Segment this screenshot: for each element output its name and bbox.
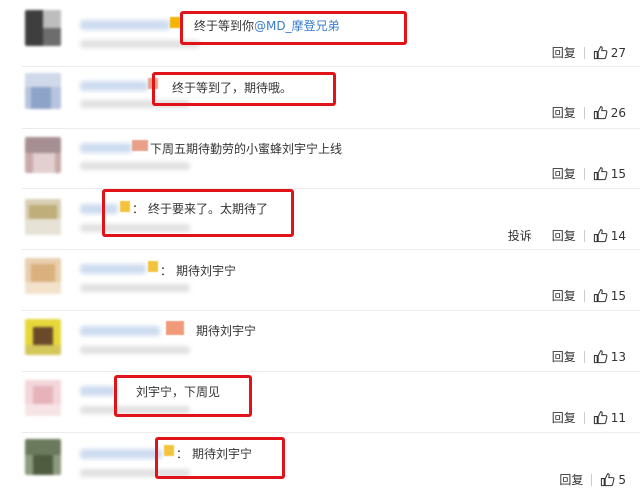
username-blurred[interactable] — [80, 326, 160, 336]
user-avatar[interactable] — [25, 258, 61, 294]
comment-item: 终于等到了，期待哦。 回复 26 — [0, 67, 640, 129]
thumbs-up-icon — [593, 411, 608, 425]
comment-item: 下周五期待勤劳的小蜜蜂刘宇宁上线 回复 15 — [0, 129, 640, 189]
reply-button[interactable]: 回复 — [552, 227, 576, 244]
comment-actions: 回复 15 — [552, 287, 626, 304]
reply-button[interactable]: 回复 — [552, 165, 576, 182]
verified-badge-icon — [170, 17, 180, 28]
like-count: 15 — [610, 166, 626, 181]
thumbs-up-icon — [601, 473, 615, 487]
action-divider — [583, 167, 585, 180]
reply-button[interactable]: 回复 — [552, 44, 576, 61]
like-count: 5 — [618, 472, 626, 487]
like-count: 15 — [610, 288, 626, 303]
comment-actions: 回复 15 — [552, 165, 626, 182]
like-button[interactable]: 13 — [593, 349, 626, 364]
thumbs-up-icon — [593, 289, 608, 303]
like-button[interactable]: 27 — [593, 45, 626, 60]
highlight-box — [180, 11, 407, 45]
reply-button[interactable]: 回复 — [559, 471, 583, 488]
comment-meta-blurred — [80, 346, 190, 354]
action-divider — [583, 46, 585, 59]
comment-text: 期待刘宇宁 — [196, 323, 256, 339]
action-divider — [583, 289, 585, 302]
comment-body: 期待刘宇宁 — [196, 324, 257, 338]
verified-badge-icon — [166, 321, 184, 335]
comment-text: ：期待刘宇宁 — [160, 264, 237, 278]
comment-body: 期待刘宇宁 — [176, 264, 237, 278]
comment-item: 期待刘宇宁 回复 13 — [0, 311, 640, 372]
reply-button[interactable]: 回复 — [552, 287, 576, 304]
like-count: 13 — [610, 349, 626, 364]
reply-button[interactable]: 回复 — [552, 409, 576, 426]
comment-item: ：终于要来了。太期待了 投诉 回复 14 — [0, 189, 640, 250]
comment-item: ：期待刘宇宁 回复 15 — [0, 250, 640, 311]
comment-item: 刘宇宁，下周见 回复 11 — [0, 372, 640, 433]
username-blurred[interactable] — [80, 81, 148, 91]
user-avatar[interactable] — [25, 73, 61, 109]
comment-list: 终于等到你@MD_摩登兄弟 回复 27 终于等到了，期待哦。 回复 26 下周五… — [0, 0, 640, 491]
like-button[interactable]: 26 — [593, 105, 626, 120]
user-avatar[interactable] — [25, 10, 61, 46]
username-blurred[interactable] — [80, 143, 132, 153]
action-divider — [583, 229, 585, 242]
action-divider — [591, 473, 593, 486]
reply-button[interactable]: 回复 — [552, 348, 576, 365]
like-count: 26 — [610, 105, 626, 120]
comment-item: 终于等到你@MD_摩登兄弟 回复 27 — [0, 0, 640, 67]
action-divider — [583, 411, 585, 424]
comment-actions: 投诉 回复 14 — [508, 227, 626, 244]
like-button[interactable]: 11 — [593, 410, 626, 425]
comment-item: ：期待刘宇宁 回复 5 — [0, 433, 640, 491]
comment-actions: 回复 13 — [552, 348, 626, 365]
username-blurred[interactable] — [80, 449, 162, 459]
reply-button[interactable]: 回复 — [552, 104, 576, 121]
comment-meta-blurred — [80, 162, 190, 170]
username-blurred[interactable] — [80, 264, 146, 274]
thumbs-up-icon — [593, 350, 608, 364]
like-count: 11 — [610, 410, 626, 425]
thumbs-up-icon — [593, 229, 608, 243]
like-button[interactable]: 14 — [593, 228, 626, 243]
username-blurred[interactable] — [80, 20, 170, 30]
comment-body: 下周五期待勤劳的小蜜蜂刘宇宁上线 — [150, 142, 343, 156]
comment-actions: 回复 11 — [552, 409, 626, 426]
comment-actions: 回复 26 — [552, 104, 626, 121]
report-button[interactable]: 投诉 — [508, 227, 532, 244]
like-button[interactable]: 5 — [600, 472, 626, 487]
comment-actions: 回复 5 — [559, 471, 626, 488]
thumbs-up-icon — [593, 167, 608, 181]
like-button[interactable]: 15 — [593, 288, 626, 303]
highlight-box — [102, 189, 294, 237]
user-avatar[interactable] — [25, 380, 61, 416]
user-avatar[interactable] — [25, 319, 61, 355]
action-divider — [583, 106, 585, 119]
highlight-box — [152, 72, 336, 106]
comment-text: 下周五期待勤劳的小蜜蜂刘宇宁上线 — [150, 141, 342, 157]
highlight-box — [155, 437, 285, 479]
user-avatar[interactable] — [25, 439, 61, 475]
comment-actions: 回复 27 — [552, 44, 626, 61]
like-count: 27 — [610, 45, 626, 60]
verified-badge-icon — [148, 261, 158, 272]
comment-meta-blurred — [80, 284, 190, 292]
thumbs-up-icon — [593, 46, 608, 60]
highlight-box — [114, 375, 252, 417]
like-count: 14 — [610, 228, 626, 243]
user-avatar[interactable] — [25, 137, 61, 173]
like-button[interactable]: 15 — [593, 166, 626, 181]
action-divider — [583, 350, 585, 363]
username-blurred[interactable] — [80, 386, 116, 396]
verified-badge-icon — [132, 140, 148, 151]
thumbs-up-icon — [593, 106, 608, 120]
user-avatar[interactable] — [25, 199, 61, 235]
